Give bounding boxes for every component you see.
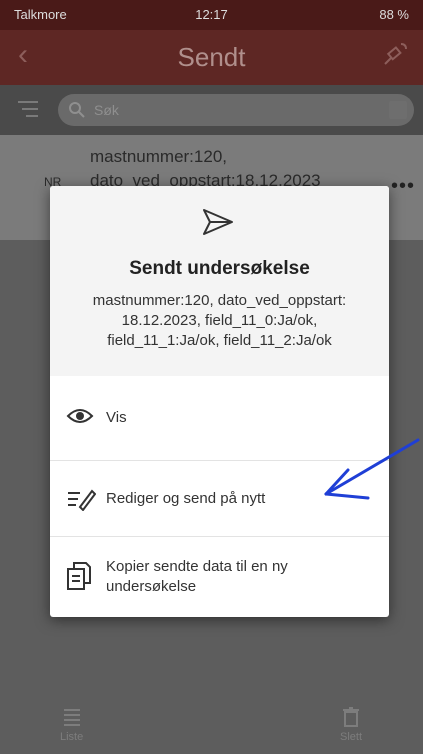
option-copy-data[interactable]: Kopier sendte data til en ny undersøkels…	[50, 537, 389, 615]
search-placeholder: Søk	[94, 102, 119, 118]
barcode-icon[interactable]	[387, 99, 409, 126]
nav-bar: ‹ Sendt	[0, 30, 423, 85]
tab-list[interactable]: Liste	[60, 706, 83, 743]
more-icon[interactable]: •••	[391, 175, 415, 198]
eye-icon	[66, 406, 94, 431]
option-view-label: Vis	[106, 409, 127, 426]
search-input[interactable]: Søk	[58, 94, 414, 126]
list-icon	[63, 709, 80, 726]
modal-body: mastnummer:120, dato_ved_oppstart: 18.12…	[92, 292, 347, 349]
trash-icon	[343, 707, 359, 727]
search-row: Søk	[0, 85, 423, 135]
option-copy-data-label: Kopier sendte data til en ny undersøkels…	[106, 558, 288, 595]
tab-list-label: Liste	[60, 731, 84, 743]
option-edit-resend-label: Rediger og send på nytt	[106, 490, 266, 507]
battery-level: 88 %	[379, 7, 409, 22]
tab-delete-label: Slett	[340, 731, 363, 743]
filter-icon[interactable]	[16, 99, 40, 124]
tab-delete[interactable]: Slett	[340, 706, 362, 743]
tab-bar: Liste Slett	[0, 700, 423, 754]
search-icon	[68, 101, 86, 124]
action-sheet-modal: Sendt undersøkelse mastnummer:120, dato_…	[50, 186, 389, 617]
modal-header: Sendt undersøkelse mastnummer:120, dato_…	[50, 186, 389, 376]
annotation-arrow-icon	[324, 438, 420, 500]
status-bar: Talkmore 12:17 88 %	[0, 0, 423, 30]
copy-document-icon	[66, 561, 92, 596]
page-title: Sendt	[177, 42, 246, 72]
modal-title: Sendt undersøkelse	[129, 258, 310, 279]
paper-plane-icon	[198, 202, 238, 247]
list-item-line1: mastnummer:120,	[90, 147, 227, 166]
clock-time: 12:17	[195, 7, 228, 22]
edit-pen-icon	[66, 487, 97, 516]
satellite-icon[interactable]	[381, 40, 409, 73]
